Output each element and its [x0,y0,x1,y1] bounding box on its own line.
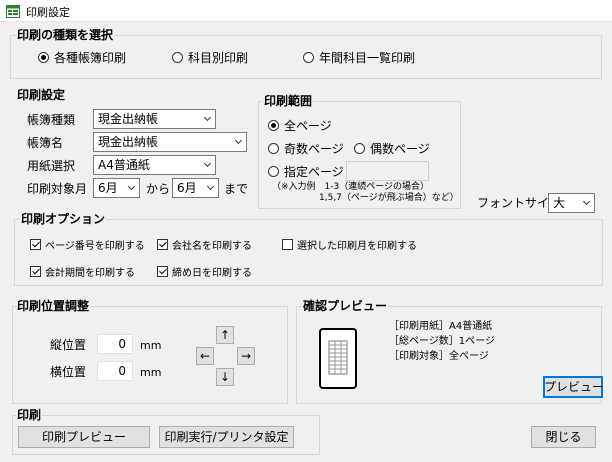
page-range-note-1: （※入力例 1-3（連続ページの場合） [272,182,430,192]
month-label: 印刷対象月 [27,182,88,196]
horizontal-label: 横位置 [50,365,87,379]
radio-annual-print[interactable]: 年間科目一覧印刷 [303,50,416,65]
horizontal-unit: mm [140,366,162,379]
move-right-button[interactable]: → [237,347,255,365]
month-from-value: 6月 [98,181,118,195]
checkbox-company-name[interactable]: 会社名を印刷する [157,237,252,252]
chevron-down-icon [203,159,212,168]
chevron-down-icon [206,182,215,191]
move-down-button[interactable]: ↓ [216,368,234,386]
book-type-label: 帳簿種類 [27,113,76,127]
preview-paper-info: ［印刷用紙］A4普通紙 [389,321,493,332]
font-size-select[interactable]: 大 [548,193,595,213]
month-to-select[interactable]: 6月 [172,178,219,198]
preview-button[interactable]: プレビュー [543,376,604,398]
move-left-button[interactable]: ← [196,347,214,365]
checkbox-indicator [157,238,168,250]
vertical-unit: mm [140,339,162,352]
move-up-button[interactable]: ↑ [216,326,234,344]
print-legend: 印刷 [16,408,43,422]
radio-indicator [268,165,279,177]
checkbox-fiscal-period[interactable]: 会計期間を印刷する [30,264,135,279]
preview-target-info: ［印刷対象］全ページ [389,351,489,362]
checkbox-indicator [157,265,168,277]
window-title: 印刷設定 [26,6,70,19]
book-name-label: 帳簿名 [27,136,64,150]
paper-select[interactable]: A4普通紙 [93,155,216,175]
checkbox-page-number[interactable]: ページ番号を印刷する [30,237,145,252]
radio-label: 指定ページ [284,164,344,179]
checkbox-label: 選択した印刷月を印刷する [297,240,417,252]
month-to-value: 6月 [177,181,197,195]
chevron-down-icon [127,182,136,191]
radio-specify-pages[interactable]: 指定ページ [268,164,344,179]
chevron-down-icon [582,197,591,206]
horizontal-input[interactable]: 0 [97,361,133,381]
chevron-down-icon [234,136,243,145]
radio-account-print[interactable]: 科目別印刷 [172,50,249,65]
checkbox-indicator [282,238,293,250]
month-to-word: まで [224,182,249,196]
vertical-label: 縦位置 [50,338,87,352]
radio-indicator [268,119,279,131]
checkbox-label: 会計期間を印刷する [45,267,135,279]
checkbox-label: ページ番号を印刷する [45,240,145,252]
radio-label: 全ページ [284,118,332,133]
page-range-note-2: 1,5,7（ページが飛ぶ場合）など） [319,193,459,203]
app-icon [6,5,20,18]
radio-odd-pages[interactable]: 奇数ページ [268,141,344,156]
checkbox-label: 会社名を印刷する [172,240,252,252]
table-icon [328,340,348,375]
radio-label: 偶数ページ [370,141,430,156]
month-from-select[interactable]: 6月 [93,178,140,198]
position-legend: 印刷位置調整 [16,299,91,313]
checkbox-closing-date[interactable]: 締め日を印刷する [157,264,252,279]
checkbox-indicator [30,265,41,277]
radio-all-pages[interactable]: 全ページ [268,118,332,133]
radio-even-pages[interactable]: 偶数ページ [354,141,430,156]
print-settings-legend: 印刷設定 [16,88,67,102]
vertical-input[interactable]: 0 [97,334,133,354]
title-bar: 印刷設定 [0,0,612,22]
checkbox-selected-month[interactable]: 選択した印刷月を印刷する [282,237,417,252]
preview-legend: 確認プレビュー [302,299,389,313]
print-execute-button[interactable]: 印刷実行/プリンタ設定 [159,426,294,448]
print-preview-button[interactable]: 印刷プレビュー [18,426,150,448]
month-from-word: から [146,182,171,196]
radio-indicator [303,51,314,63]
book-name-value: 現金出納帳 [98,135,159,149]
checkbox-indicator [30,238,41,250]
print-type-legend: 印刷の種類を選択 [16,28,115,42]
book-name-select[interactable]: 現金出納帳 [93,132,247,152]
book-type-select[interactable]: 現金出納帳 [93,109,216,129]
radio-indicator [172,51,183,63]
chevron-down-icon [203,113,212,122]
paper-value: A4普通紙 [98,158,150,172]
radio-indicator [38,51,49,63]
checkbox-label: 締め日を印刷する [172,267,252,279]
radio-label: 各種帳簿印刷 [54,50,127,65]
print-range-legend: 印刷範囲 [263,94,314,108]
radio-indicator [268,142,279,154]
radio-label: 奇数ページ [284,141,344,156]
print-options-legend: 印刷オプション [20,212,107,226]
font-size-value: 大 [553,196,566,210]
radio-indicator [354,142,365,154]
book-type-value: 現金出納帳 [98,112,159,126]
radio-label: 科目別印刷 [188,50,249,65]
document-preview-icon [319,328,357,389]
radio-label: 年間科目一覧印刷 [319,50,416,65]
preview-pages-info: ［総ページ数］1ページ [389,336,495,347]
close-button[interactable]: 閉じる [531,426,596,448]
radio-book-print[interactable]: 各種帳簿印刷 [38,50,127,65]
paper-label: 用紙選択 [27,159,76,173]
page-range-input[interactable] [346,161,429,181]
